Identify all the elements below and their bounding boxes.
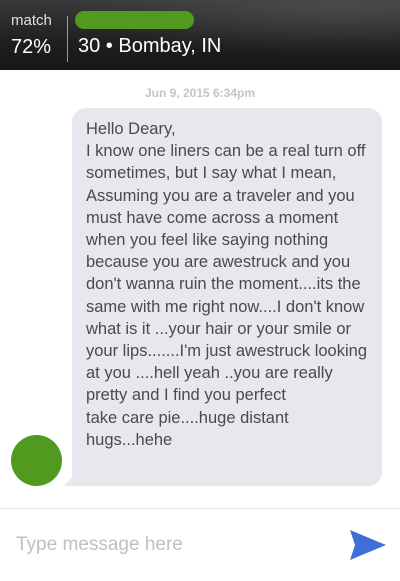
profile-header: match 72% 30 • Bombay, IN xyxy=(0,0,400,70)
avatar[interactable] xyxy=(11,435,62,486)
header-divider xyxy=(67,16,68,62)
match-label: match xyxy=(11,12,52,29)
send-icon xyxy=(350,530,386,560)
message-timestamp: Jun 9, 2015 6:34pm xyxy=(144,86,256,100)
message-input[interactable] xyxy=(12,525,338,565)
match-percentage: 72% xyxy=(11,36,52,58)
profile-age-location: 30 • Bombay, IN xyxy=(78,35,222,57)
profile-name-pill[interactable] xyxy=(75,11,194,29)
send-button[interactable] xyxy=(348,527,388,563)
message-composer xyxy=(0,509,400,581)
message-bubble: Hello Deary, I know one liners can be a … xyxy=(72,108,382,486)
